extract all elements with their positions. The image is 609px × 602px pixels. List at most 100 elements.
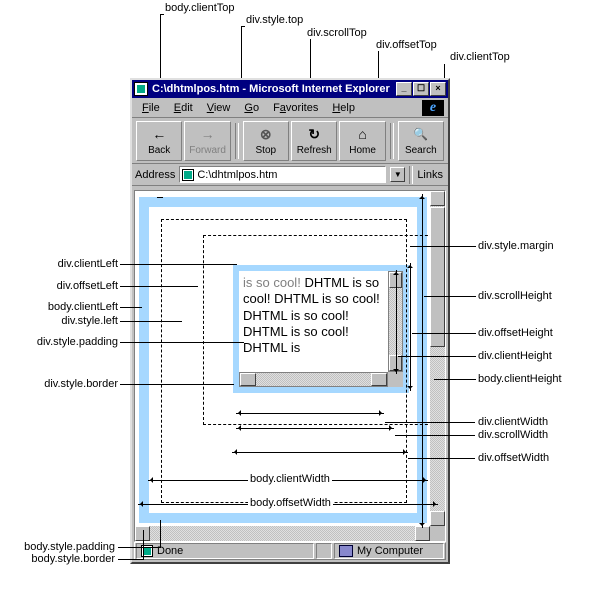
computer-icon <box>339 545 353 557</box>
address-dropdown-button[interactable]: ▼ <box>390 167 405 182</box>
ie-logo-icon: e <box>422 100 444 116</box>
status-done-cell: Done <box>136 543 314 559</box>
scroll-up-icon[interactable] <box>430 191 445 206</box>
label-div-scrollHeight: div.scrollHeight <box>478 290 552 302</box>
label-div-clientTop: div.clientTop <box>450 51 510 63</box>
menu-favorites[interactable]: Favorites <box>267 100 324 116</box>
back-label: Back <box>148 145 170 156</box>
label-div-offsetHeight: div.offsetHeight <box>478 327 553 339</box>
label-div-style-left: div.style.left <box>8 315 118 327</box>
tick <box>160 14 164 15</box>
stop-label: Stop <box>256 145 277 156</box>
leader <box>118 547 160 548</box>
status-empty-cell <box>316 543 332 559</box>
forward-button[interactable]: → Forward <box>184 121 230 161</box>
label-div-style-padding: div.style.padding <box>8 336 118 348</box>
address-input[interactable]: C:\dhtmlpos.htm <box>179 166 386 183</box>
range-div-clientWidth <box>236 413 384 414</box>
menu-help[interactable]: Help <box>326 100 361 116</box>
leader <box>120 307 142 308</box>
stop-button[interactable]: ⊗ Stop <box>243 121 289 161</box>
menu-go[interactable]: Go <box>238 100 265 116</box>
back-button[interactable]: ← Back <box>136 121 182 161</box>
separator <box>390 123 394 159</box>
status-zone-cell: My Computer <box>334 543 444 559</box>
padding-outline <box>161 219 407 503</box>
leader <box>143 530 144 560</box>
label-body-style-padding: body.style.padding <box>0 541 115 553</box>
menu-view[interactable]: View <box>201 100 237 116</box>
stop-icon: ⊗ <box>257 125 275 143</box>
label-div-offsetTop: div.offsetTop <box>376 39 437 51</box>
range-div-offsetWidth <box>232 452 408 453</box>
status-zone: My Computer <box>357 545 423 557</box>
leader <box>434 379 476 380</box>
label-body-style-border: body.style.border <box>0 553 115 565</box>
search-label: Search <box>405 145 437 156</box>
leader <box>424 296 476 297</box>
menu-file[interactable]: File <box>136 100 166 116</box>
label-body-clientLeft: body.clientLeft <box>8 301 118 313</box>
toolbar: ← Back → Forward ⊗ Stop ↻ Refresh ⌂ Home <box>132 118 448 164</box>
home-icon: ⌂ <box>354 125 372 143</box>
label-div-scrollTop: div.scrollTop <box>307 27 367 39</box>
range-div-scrollWidth <box>236 428 394 429</box>
tick <box>157 197 163 198</box>
separator <box>409 166 413 184</box>
scroll-down-icon[interactable] <box>430 511 445 526</box>
tick <box>241 26 245 27</box>
home-label: Home <box>349 145 376 156</box>
content-area: is so cool! DHTML is so cool! DHTML is s… <box>134 190 446 542</box>
label-div-clientLeft: div.clientLeft <box>8 258 118 270</box>
label-div-style-margin: div.style.margin <box>478 240 554 252</box>
arrow-right-icon: → <box>199 125 217 143</box>
arrow-left-icon: ← <box>150 125 168 143</box>
links-label[interactable]: Links <box>417 169 445 181</box>
label-div-offsetLeft: div.offsetLeft <box>8 280 118 292</box>
refresh-icon: ↻ <box>305 125 323 143</box>
window-title: C:\dhtmlpos.htm - Microsoft Internet Exp… <box>152 83 396 95</box>
leader <box>408 458 475 459</box>
scroll-thumb[interactable] <box>430 207 445 347</box>
address-value: C:\dhtmlpos.htm <box>197 169 277 181</box>
label-div-scrollWidth: div.scrollWidth <box>478 429 548 441</box>
leader <box>120 286 198 287</box>
page-body: is so cool! DHTML is so cool! DHTML is s… <box>135 191 445 541</box>
home-button[interactable]: ⌂ Home <box>339 121 385 161</box>
leader <box>120 384 234 385</box>
outer-scrollbar-corner <box>430 526 445 541</box>
page-icon <box>182 169 194 181</box>
leader <box>160 520 161 548</box>
leader <box>120 342 244 343</box>
address-bar: Address C:\dhtmlpos.htm ▼ Links <box>132 164 448 186</box>
forward-label: Forward <box>189 145 226 156</box>
label-div-clientHeight: div.clientHeight <box>478 350 552 362</box>
separator <box>235 123 239 159</box>
leader <box>118 559 144 560</box>
label-body-offsetWidth: body.offsetWidth <box>248 497 333 509</box>
label-body-clientWidth: body.clientWidth <box>248 473 332 485</box>
label-div-clientWidth: div.clientWidth <box>478 416 548 428</box>
search-button[interactable]: 🔍 Search <box>398 121 444 161</box>
label-div-style-border: div.style.border <box>8 378 118 390</box>
minimize-button[interactable]: _ <box>396 82 412 96</box>
document-icon <box>134 82 148 96</box>
label-body-clientTop: body.clientTop <box>165 2 235 14</box>
label-div-style-top: div.style.top <box>246 14 303 26</box>
statusbar: Done My Computer <box>134 542 446 560</box>
search-icon: 🔍 <box>412 125 430 143</box>
close-button[interactable]: × <box>430 82 446 96</box>
refresh-button[interactable]: ↻ Refresh <box>291 121 337 161</box>
outer-scrollbar-vertical[interactable] <box>430 191 445 526</box>
range-div-clientHeight <box>396 270 397 374</box>
leader <box>385 422 475 423</box>
menu-edit[interactable]: Edit <box>168 100 199 116</box>
maximize-button[interactable]: ☐ <box>413 82 429 96</box>
leader <box>395 435 475 436</box>
menubar: File Edit View Go Favorites Help e <box>132 98 448 118</box>
outer-scrollbar-horizontal[interactable] <box>135 526 430 541</box>
leader <box>120 264 237 265</box>
titlebar[interactable]: C:\dhtmlpos.htm - Microsoft Internet Exp… <box>132 80 448 98</box>
address-label: Address <box>135 169 175 181</box>
label-div-offsetWidth: div.offsetWidth <box>478 452 549 464</box>
